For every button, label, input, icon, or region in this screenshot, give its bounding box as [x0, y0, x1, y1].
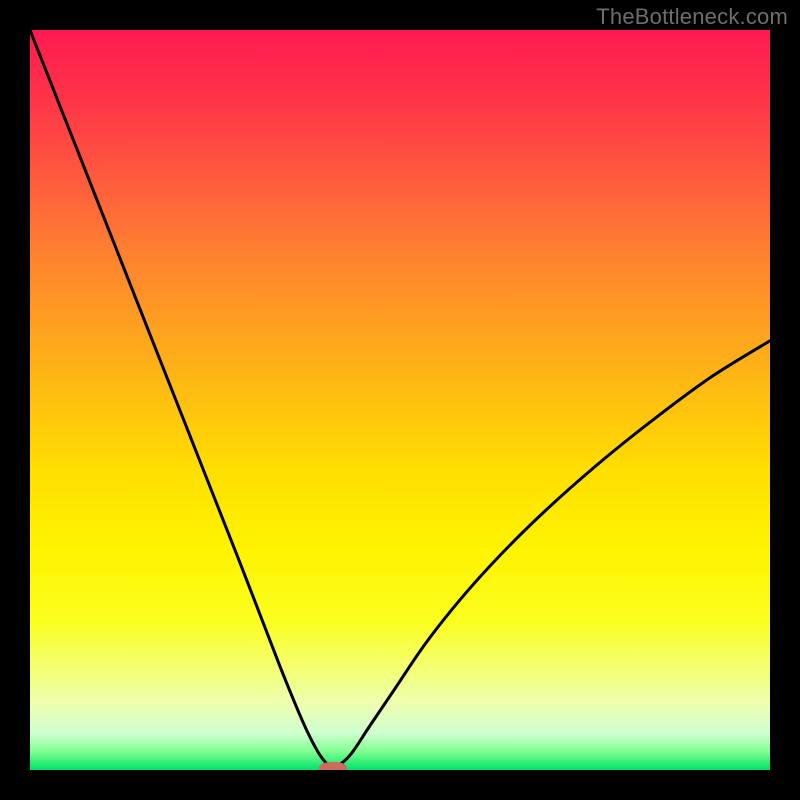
bottleneck-curve [30, 30, 770, 768]
curve-svg [30, 30, 770, 770]
optimal-marker [319, 762, 347, 770]
chart-frame: TheBottleneck.com [0, 0, 800, 800]
watermark-text: TheBottleneck.com [596, 4, 788, 30]
plot-area [30, 30, 770, 770]
